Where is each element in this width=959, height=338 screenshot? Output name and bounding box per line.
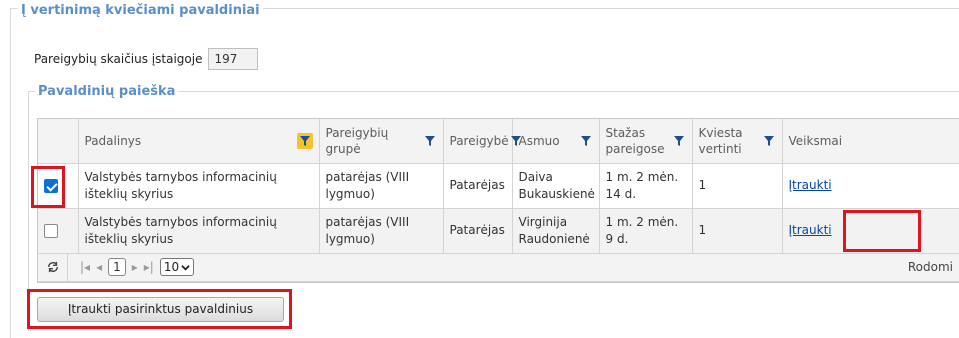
page-size-select[interactable]: 10 <box>159 258 195 276</box>
pager-nav: |◂ ◂ 1 ▸ ▸| 10 <box>80 258 195 276</box>
column-header-padalinys[interactable]: Padalinys <box>78 119 320 164</box>
table-row: Valstybės tarnybos informacinių išteklių… <box>38 163 959 209</box>
column-header-stazas[interactable]: Stažas pareigose <box>599 119 693 164</box>
cell-veiksmai: Įtraukti <box>782 163 959 209</box>
column-label: Pareigybių grupė <box>325 125 389 156</box>
position-count-field[interactable]: 197 <box>208 48 259 70</box>
cell-stazas: 1 m. 2 mėn. 9 d. <box>599 208 693 254</box>
cell-asmuo: Daiva Bukauskienė <box>512 163 600 209</box>
cell-padalinys: Valstybės tarnybos informacinių išteklių… <box>78 163 320 209</box>
chevron-down-icon <box>181 264 190 271</box>
column-header-pareigybe[interactable]: Pareigybė <box>443 119 521 164</box>
column-label: Pareigybė <box>449 133 509 148</box>
cell-grupe: patarėjas (VIII lygmuo) <box>319 208 444 254</box>
include-link[interactable]: Įtraukti <box>789 178 832 192</box>
column-label: Veiksmai <box>788 133 843 148</box>
cell-kviesta: 1 <box>692 163 783 209</box>
row-select-cell <box>38 208 79 254</box>
prev-page-icon[interactable]: ◂ <box>96 260 102 274</box>
cell-pareigybe: Patarėjas <box>443 163 513 209</box>
include-link[interactable]: Įtraukti <box>789 223 832 237</box>
cell-pareigybe: Patarėjas <box>443 208 513 254</box>
column-label: Kviesta vertinti <box>698 125 743 156</box>
cell-kviesta: 1 <box>692 208 783 254</box>
search-title: Pavaldinių paieška <box>35 84 179 99</box>
next-page-icon[interactable]: ▸ <box>132 260 138 274</box>
column-header-asmuo[interactable]: Asmuo <box>512 119 600 164</box>
cell-grupe: patarėjas (VIII lygmuo) <box>319 163 444 209</box>
first-page-icon[interactable]: |◂ <box>80 260 90 274</box>
grid-pager: |◂ ◂ 1 ▸ ▸| 10 Rodomi <box>38 253 959 282</box>
filter-icon[interactable] <box>672 134 686 148</box>
row-checkbox[interactable] <box>44 223 58 238</box>
table-row: Valstybės tarnybos informacinių išteklių… <box>38 208 959 254</box>
last-page-icon[interactable]: ▸| <box>144 260 154 274</box>
select-column-header <box>38 119 79 164</box>
column-header-grupe[interactable]: Pareigybių grupė <box>319 119 444 164</box>
add-selected-button[interactable]: Įtraukti pasirinktus pavaldinius <box>37 297 284 322</box>
column-label: Stažas pareigose <box>605 125 665 156</box>
cell-stazas: 1 m. 2 mėn. 14 d. <box>599 163 693 209</box>
highlight-box <box>843 210 921 252</box>
filter-icon[interactable] <box>762 134 776 148</box>
filter-icon[interactable] <box>423 134 437 148</box>
filter-icon[interactable] <box>296 132 313 149</box>
highlight-box <box>31 166 65 208</box>
refresh-icon[interactable] <box>38 253 68 281</box>
column-label: Padalinys <box>84 133 142 148</box>
position-count-label: Pareigybių skaičius įstaigoje <box>34 52 203 66</box>
subordinates-grid: Padalinys Pareigybių grupė Pareigybė Asm… <box>37 118 959 283</box>
cell-asmuo: Virginija Raudonienė <box>512 208 600 254</box>
column-label: Asmuo <box>518 133 560 148</box>
section-title: Į vertinimą kviečiami pavaldiniai <box>18 3 263 18</box>
cell-padalinys: Valstybės tarnybos informacinių išteklių… <box>78 208 320 254</box>
grid-header-row: Padalinys Pareigybių grupė Pareigybė Asm… <box>38 119 959 164</box>
position-count-row: Pareigybių skaičius įstaigoje 197 <box>34 48 259 70</box>
page-size-value: 10 <box>163 260 180 274</box>
filter-icon[interactable] <box>579 134 593 148</box>
column-header-veiksmai: Veiksmai <box>782 119 959 164</box>
pager-status: Rodomi <box>907 260 953 274</box>
column-header-kviesta[interactable]: Kviesta vertinti <box>692 119 783 164</box>
current-page[interactable]: 1 <box>108 258 126 276</box>
